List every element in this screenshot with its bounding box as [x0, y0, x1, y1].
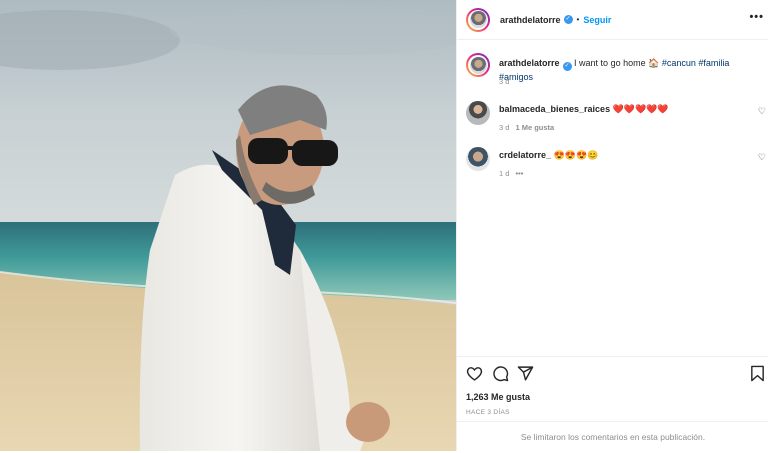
commenter-username[interactable]: crdelatorre_: [499, 150, 551, 160]
comment-meta: 1 d •••: [499, 169, 523, 178]
caption-username[interactable]: arathdelatorre: [499, 58, 560, 68]
comment-icon[interactable]: [492, 365, 509, 382]
likes-count[interactable]: 1,263 Me gusta: [466, 392, 530, 402]
post-photo[interactable]: [0, 0, 456, 451]
action-icons: [466, 365, 765, 383]
post-time-ago[interactable]: HACE 3 DÍAS: [466, 409, 510, 416]
separator-dot: •: [576, 15, 580, 24]
follow-button[interactable]: Seguir: [583, 15, 611, 25]
comment-likes[interactable]: 1 Me gusta: [515, 123, 554, 132]
heart-icon[interactable]: [466, 365, 483, 382]
caption-avatar[interactable]: [466, 53, 490, 77]
comment-item: crdelatorre_ 😍😍😍😊 1 d ••• ♡: [466, 147, 766, 187]
bookmark-icon[interactable]: [750, 365, 765, 382]
more-options-icon[interactable]: •••: [749, 11, 764, 23]
share-icon[interactable]: [517, 365, 534, 382]
author-username[interactable]: arathdelatorre: [500, 15, 561, 25]
comment-more-icon[interactable]: •••: [515, 169, 523, 178]
author-avatar[interactable]: [466, 7, 490, 32]
commenter-avatar[interactable]: [466, 101, 490, 125]
caption-text: I want to go home 🏠: [574, 58, 660, 68]
comments-list[interactable]: arathdelatorre ✓ I want to go home 🏠 #can…: [457, 40, 768, 356]
comment-text: ❤️❤️❤️❤️❤️: [612, 104, 669, 114]
comment-text: 😍😍😍😊: [553, 150, 599, 160]
beach-photo: [0, 0, 456, 451]
post-panel: arathdelatorre ✓ • Seguir ••• arathdelat…: [456, 0, 768, 451]
commenter-avatar[interactable]: [466, 147, 490, 171]
comment-meta: 3 d 1 Me gusta: [499, 123, 554, 132]
comment-item: balmaceda_bienes_raices ❤️❤️❤️❤️❤️ 3 d 1 …: [466, 101, 766, 141]
verified-badge-icon: ✓: [563, 15, 573, 24]
like-comment-heart-icon[interactable]: ♡: [758, 106, 766, 117]
hashtag-link[interactable]: #cancun: [662, 58, 696, 68]
hashtag-link[interactable]: #familia: [698, 58, 729, 68]
caption: arathdelatorre ✓ I want to go home 🏠 #can…: [466, 53, 766, 93]
like-comment-heart-icon[interactable]: ♡: [758, 152, 766, 163]
comment-time[interactable]: 1 d: [499, 169, 509, 178]
post-header: arathdelatorre ✓ • Seguir •••: [457, 0, 768, 40]
commenter-username[interactable]: balmaceda_bienes_raices: [499, 104, 610, 114]
comment-time[interactable]: 3 d: [499, 123, 509, 132]
action-bar: 1,263 Me gusta HACE 3 DÍAS Se limitaron …: [457, 356, 768, 451]
caption-time[interactable]: 3 d: [499, 77, 509, 86]
comments-limited-notice: Se limitaron los comentarios en esta pub…: [457, 421, 768, 452]
instagram-post: arathdelatorre ✓ • Seguir ••• arathdelat…: [0, 0, 768, 451]
verified-badge-icon: ✓: [562, 62, 572, 71]
